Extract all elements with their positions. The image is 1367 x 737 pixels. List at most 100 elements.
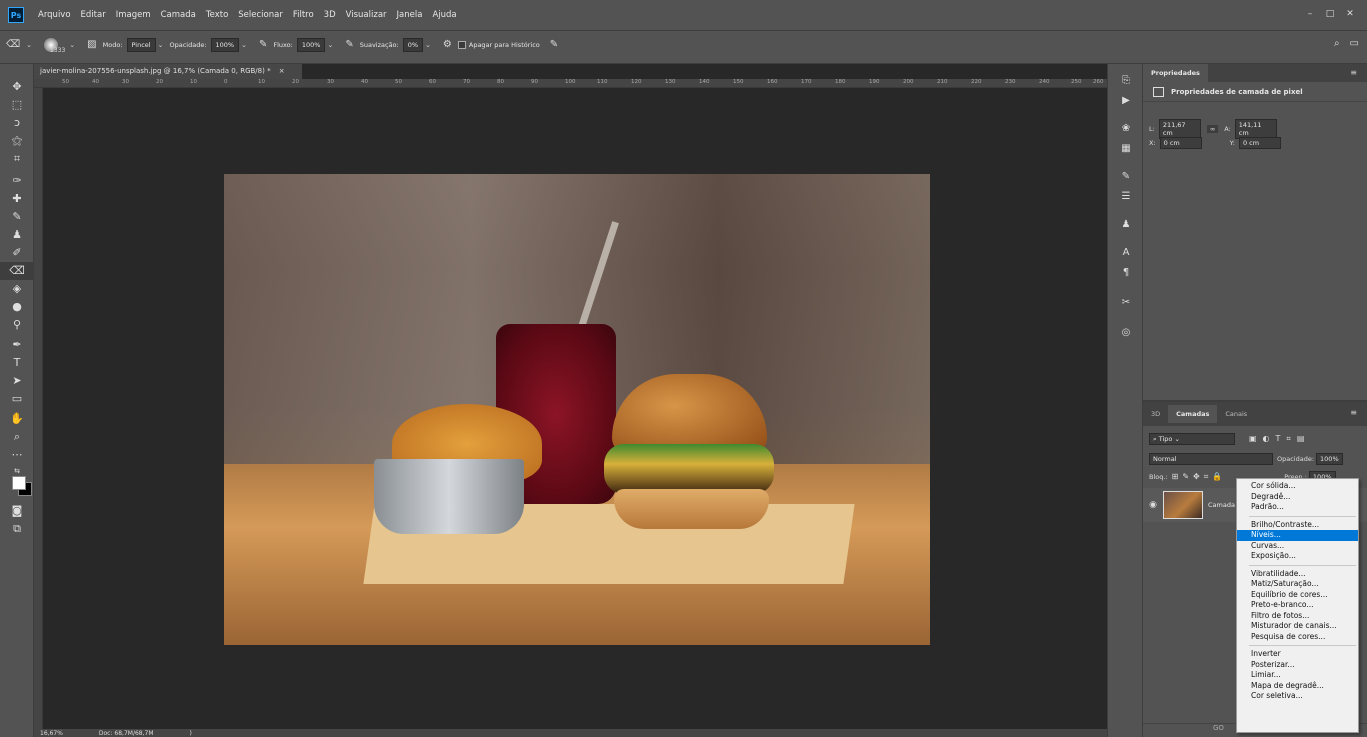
clone-source-panel-icon[interactable]: ♟ [1108,216,1144,234]
menu-item-exposure[interactable]: Exposição... [1237,551,1358,562]
menu-item-selective-color[interactable]: Cor seletiva... [1237,691,1358,702]
tab-layers[interactable]: Camadas [1168,405,1218,423]
move-tool-icon[interactable]: ✥ [0,78,34,96]
document-tab[interactable]: javier-molina-207556-unsplash.jpg @ 16,7… [34,64,302,79]
dodge-tool-icon[interactable]: ⚲ [0,316,34,334]
menu-item-solid-color[interactable]: Cor sólida... [1237,481,1358,492]
path-selection-tool-icon[interactable]: ➤ [0,372,34,390]
eye-visibility-icon[interactable]: ◉ [1143,500,1163,510]
menu-selecionar[interactable]: Selecionar [238,10,283,20]
lock-icons[interactable]: ⊞✎✥⌗🔒 [1172,472,1227,482]
eyedropper-tool-icon[interactable]: ✑ [0,172,34,190]
menu-texto[interactable]: Texto [206,10,228,20]
quick-mask-icon[interactable]: ◙ [0,502,34,520]
swatches-panel-icon[interactable]: ▦ [1108,140,1144,158]
layer-thumbnail[interactable] [1163,491,1203,519]
menu-item-pattern[interactable]: Padrão... [1237,502,1358,513]
adjustments-panel-icon[interactable]: ☰ [1108,188,1144,206]
menu-3d[interactable]: 3D [324,10,336,20]
lasso-tool-icon[interactable]: ↄ [0,114,34,132]
actions-play-icon[interactable]: ▶ [1108,92,1144,110]
pressure-size-icon[interactable]: ✎ [550,39,558,50]
menu-item-invert[interactable]: Inverter [1237,649,1358,660]
clone-stamp-tool-icon[interactable]: ♟ [0,226,34,244]
link-layers-icon[interactable]: GO [1213,724,1224,732]
blend-mode-select[interactable]: Normal [1149,453,1273,465]
workspace-icon[interactable]: ▭ [1350,38,1359,49]
menu-janela[interactable]: Janela [397,10,423,20]
close-tab-icon[interactable]: × [279,67,285,75]
x-field[interactable]: 0 cm [1159,137,1202,149]
height-field[interactable]: 141,11 cm [1234,119,1277,139]
menu-item-photo-filter[interactable]: Filtro de fotos... [1237,611,1358,622]
eraser-tool-icon[interactable]: ⌫ [0,262,34,280]
pressure-opacity-icon[interactable]: ✎ [259,39,267,50]
menu-item-hue-saturation[interactable]: Matiz/Saturação... [1237,579,1358,590]
menu-item-channel-mixer[interactable]: Misturador de canais... [1237,621,1358,632]
menu-editar[interactable]: Editar [81,10,106,20]
chevron-down-icon[interactable]: ⌄ [425,41,431,49]
menu-imagem[interactable]: Imagem [116,10,151,20]
status-menu-arrow[interactable]: ) [190,730,192,737]
filter-type-icons[interactable]: ▣◐T⌗▤ [1249,434,1311,444]
screen-mode-icon[interactable]: ⧉ [0,520,34,538]
y-field[interactable]: 0 cm [1238,137,1281,149]
paragraph-panel-icon[interactable]: ¶ [1108,264,1144,282]
smoothing-settings-gear-icon[interactable]: ⚙ [443,39,452,50]
menu-filtro[interactable]: Filtro [293,10,314,20]
pen-tool-icon[interactable]: ✒ [0,336,34,354]
menu-item-curves[interactable]: Curvas... [1237,541,1358,552]
menu-item-brightness-contrast[interactable]: Brilho/Contraste... [1237,520,1358,531]
search-icon[interactable]: ⌕ [1334,38,1340,49]
flow-field[interactable]: 100% [296,37,326,52]
chevron-down-icon[interactable]: ⌄ [26,41,32,49]
paint-bucket-tool-icon[interactable]: ◈ [0,280,34,298]
menu-item-color-balance[interactable]: Equilíbrio de cores... [1237,590,1358,601]
foreground-color-swatch[interactable] [12,476,26,490]
chevron-down-icon[interactable]: ⌄ [241,41,247,49]
tool-presets-panel-icon[interactable]: ✂ [1108,294,1144,312]
eraser-tool-preset-icon[interactable]: ⌫ [6,39,20,50]
chevron-down-icon[interactable]: ⌄ [69,41,75,49]
history-brush-tool-icon[interactable]: ✐ [0,244,34,262]
menu-item-gradient-map[interactable]: Mapa de degradê... [1237,681,1358,692]
brush-settings-icon[interactable]: ▨ [87,39,96,50]
crop-tool-icon[interactable]: ⌗ [0,150,34,168]
menu-item-levels[interactable]: Níveis... [1237,530,1358,541]
menu-item-posterize[interactable]: Posterizar... [1237,660,1358,671]
minimize-button[interactable]: – [1301,7,1319,21]
marquee-tool-icon[interactable]: ⬚ [0,96,34,114]
history-panel-icon[interactable]: ⎘ [1108,72,1144,90]
link-dimensions-icon[interactable]: ∞ [1206,125,1219,133]
3d-panel-icon[interactable]: ◎ [1108,324,1144,342]
erase-history-checkbox[interactable] [457,40,466,49]
magic-wand-tool-icon[interactable]: ⚝ [0,132,34,150]
chevron-down-icon[interactable]: ⌄ [327,41,333,49]
menu-item-black-white[interactable]: Preto-e-branco... [1237,600,1358,611]
type-tool-icon[interactable]: T [0,354,34,372]
opacity-field[interactable]: 100% [210,37,240,52]
menu-ajuda[interactable]: Ajuda [432,10,456,20]
healing-brush-tool-icon[interactable]: ✚ [0,190,34,208]
menu-item-color-lookup[interactable]: Pesquisa de cores... [1237,632,1358,643]
tab-properties[interactable]: Propriedades [1143,64,1208,82]
mode-select[interactable]: Pincel [126,37,156,52]
blur-tool-icon[interactable]: ● [0,298,34,316]
smoothing-field[interactable]: 0% [402,37,424,52]
burger-photo[interactable] [224,174,930,645]
menu-item-vibrance[interactable]: Vibratilidade... [1237,569,1358,580]
vertical-ruler[interactable] [34,88,43,729]
rectangle-tool-icon[interactable]: ▭ [0,390,34,408]
tab-channels[interactable]: Canais [1217,405,1255,423]
close-button[interactable]: ✕ [1341,7,1359,21]
tab-3d[interactable]: 3D [1143,405,1168,423]
character-panel-icon[interactable]: A [1108,244,1144,262]
horizontal-ruler[interactable]: 50 40 30 20 10 0 10 20 30 40 50 60 70 80… [34,79,1107,88]
maximize-button[interactable]: □ [1321,7,1339,21]
menu-item-threshold[interactable]: Limiar... [1237,670,1358,681]
color-panel-icon[interactable]: ❀ [1108,120,1144,138]
airbrush-icon[interactable]: ✎ [345,39,353,50]
hand-tool-icon[interactable]: ✋ [0,410,34,428]
zoom-level[interactable]: 16,67% [40,730,63,737]
brush-settings-panel-icon[interactable]: ✎ [1108,168,1144,186]
